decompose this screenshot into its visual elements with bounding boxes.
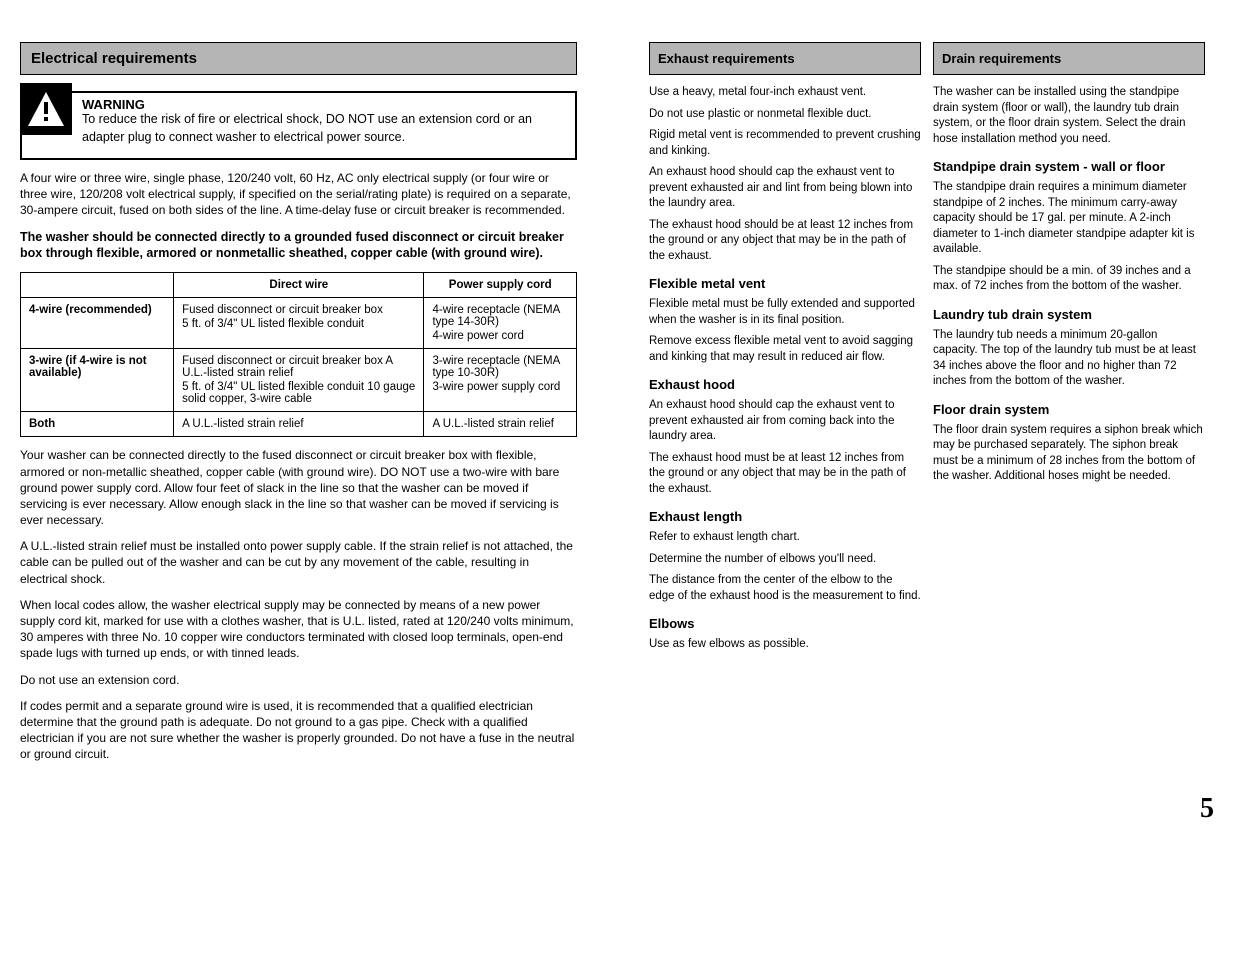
th-power-cord: Power supply cord <box>424 273 577 298</box>
table-header-row: Direct wire Power supply cord <box>21 273 577 298</box>
para-electrical-5: When local codes allow, the washer elect… <box>20 597 577 662</box>
warning-box: WARNING To reduce the risk of fire or el… <box>20 91 577 160</box>
length-p3: The distance from the center of the elbo… <box>649 573 921 604</box>
para-electrical-4: A U.L.-listed strain relief must be inst… <box>20 538 577 587</box>
middle-column: Exhaust requirements Use a heavy, metal … <box>649 42 921 773</box>
table-row-both: Both A U.L.-listed strain relief A U.L.-… <box>21 412 577 437</box>
flexible-p1: Flexible metal must be fully extended an… <box>649 297 921 328</box>
table-row-4wire: 4-wire (recommended) Fused disconnect or… <box>21 298 577 349</box>
cell-4wire-cord: 4-wire receptacle (NEMA type 14-30R) 4-w… <box>424 298 577 349</box>
cell-3wire-direct: Fused disconnect or circuit breaker box … <box>174 349 424 412</box>
drain-p1: The washer can be installed using the st… <box>933 85 1205 147</box>
flexible-p2: Remove excess flexible metal vent to avo… <box>649 334 921 365</box>
wiring-spec-table: Direct wire Power supply cord 4-wire (re… <box>20 272 577 437</box>
cell-both-cord: A U.L.-listed strain relief <box>424 412 577 437</box>
elbows-p1: Use as few elbows as possible. <box>649 637 921 653</box>
subhead-standpipe: Standpipe drain system - wall or floor <box>933 159 1205 174</box>
hood-p1: An exhaust hood should cap the exhaust v… <box>649 398 921 445</box>
floordrain-p1: The floor drain system requires a siphon… <box>933 423 1205 485</box>
para-electrical-3: Your washer can be connected directly to… <box>20 447 577 528</box>
standpipe-p2: The standpipe should be a min. of 39 inc… <box>933 264 1205 295</box>
subhead-hood: Exhaust hood <box>649 377 921 392</box>
cell-4wire-direct: Fused disconnect or circuit breaker box … <box>174 298 424 349</box>
left-column: Electrical requirements WARNING To reduc… <box>20 42 577 773</box>
th-direct-wire: Direct wire <box>174 273 424 298</box>
length-p1: Refer to exhaust length chart. <box>649 530 921 546</box>
length-p2: Determine the number of elbows you'll ne… <box>649 552 921 568</box>
para-electrical-7: If codes permit and a separate ground wi… <box>20 698 577 763</box>
warning-icon <box>20 83 72 135</box>
hood-p2: The exhaust hood must be at least 12 inc… <box>649 451 921 498</box>
section-heading-drain: Drain requirements <box>933 42 1205 75</box>
subhead-elbows: Elbows <box>649 616 921 631</box>
table-row-3wire: 3-wire (if 4-wire is not available) Fuse… <box>21 349 577 412</box>
para-electrical-2-bold: The washer should be connected directly … <box>20 229 577 263</box>
right-columns: Exhaust requirements Use a heavy, metal … <box>649 42 1205 773</box>
subhead-length: Exhaust length <box>649 509 921 524</box>
subhead-laundrytub: Laundry tub drain system <box>933 307 1205 322</box>
exhaust-p5: The exhaust hood should be at least 12 i… <box>649 218 921 265</box>
cell-both-label: Both <box>21 412 174 437</box>
cell-3wire-label: 3-wire (if 4-wire is not available) <box>21 349 174 412</box>
cell-both-direct: A U.L.-listed strain relief <box>174 412 424 437</box>
standpipe-p1: The standpipe drain requires a minimum d… <box>933 180 1205 258</box>
exhaust-p4: An exhaust hood should cap the exhaust v… <box>649 165 921 212</box>
para-electrical-6: Do not use an extension cord. <box>20 672 577 688</box>
cell-3wire-cord: 3-wire receptacle (NEMA type 10-30R) 3-w… <box>424 349 577 412</box>
section-heading-electrical: Electrical requirements <box>20 42 577 75</box>
para-electrical-1: A four wire or three wire, single phase,… <box>20 170 577 219</box>
right-column: Drain requirements The washer can be ins… <box>933 42 1205 773</box>
subhead-flexible: Flexible metal vent <box>649 276 921 291</box>
page-number: 5 <box>0 793 1235 855</box>
warning-text: To reduce the risk of fire or electrical… <box>82 112 532 144</box>
th-blank <box>21 273 174 298</box>
exhaust-p1: Use a heavy, metal four-inch exhaust ven… <box>649 85 921 101</box>
cell-4wire-label: 4-wire (recommended) <box>21 298 174 349</box>
laundrytub-p1: The laundry tub needs a minimum 20-gallo… <box>933 328 1205 390</box>
exhaust-p2: Do not use plastic or nonmetal flexible … <box>649 107 921 123</box>
section-heading-exhaust: Exhaust requirements <box>649 42 921 75</box>
exhaust-p3: Rigid metal vent is recommended to preve… <box>649 128 921 159</box>
warning-label: WARNING <box>82 96 145 114</box>
subhead-floordrain: Floor drain system <box>933 402 1205 417</box>
